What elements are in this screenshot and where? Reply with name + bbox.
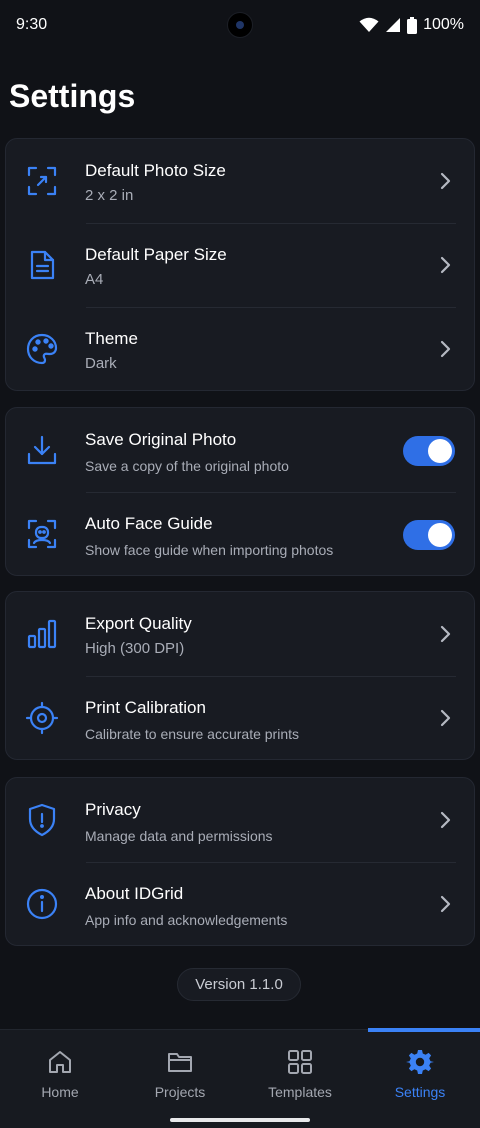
toggle-knob <box>428 439 452 463</box>
chevron-right-icon <box>440 895 451 913</box>
auto-face-guide-toggle[interactable] <box>403 520 455 550</box>
nav-settings[interactable]: Settings <box>360 1030 480 1128</box>
setting-about[interactable]: About IDGrid App info and acknowledgemen… <box>6 862 474 946</box>
setting-title: Default Photo Size <box>85 161 226 180</box>
page-title: Settings <box>9 78 136 114</box>
setting-value: High (300 DPI) <box>85 640 185 657</box>
nav-templates[interactable]: Templates <box>240 1030 360 1128</box>
download-icon <box>24 432 60 468</box>
setting-title: Save Original Photo <box>85 430 237 449</box>
save-original-toggle[interactable] <box>403 436 455 466</box>
setting-description: Manage data and permissions <box>85 828 273 844</box>
setting-title: Export Quality <box>85 614 192 633</box>
settings-group-about: Privacy Manage data and permissions Abou… <box>5 777 475 946</box>
bottom-navigation: Home Projects Templates Settings <box>0 1029 480 1128</box>
document-icon <box>24 247 60 283</box>
home-icon <box>49 1051 71 1073</box>
settings-screen: 9:30 100% Settings Default Photo Size 2 … <box>0 0 480 1128</box>
battery-icon <box>407 16 418 34</box>
nav-projects[interactable]: Projects <box>120 1030 240 1128</box>
grid-icon <box>288 1050 312 1074</box>
setting-auto-face-guide: Auto Face Guide Show face guide when imp… <box>6 492 474 576</box>
nav-label: Templates <box>268 1084 332 1100</box>
crosshair-icon <box>24 700 60 736</box>
nav-label: Home <box>41 1084 79 1100</box>
wifi-icon <box>359 17 379 32</box>
front-camera <box>227 12 253 38</box>
chevron-right-icon <box>440 172 451 190</box>
setting-description: Show face guide when importing photos <box>85 542 334 558</box>
setting-description: Save a copy of the original photo <box>85 458 289 474</box>
shield-icon <box>24 802 60 838</box>
status-time: 9:30 <box>16 16 48 33</box>
status-icons: 100% <box>359 16 464 34</box>
folder-icon <box>168 1053 192 1072</box>
gesture-home-bar[interactable] <box>170 1118 310 1122</box>
settings-group-import: Save Original Photo Save a copy of the o… <box>5 407 475 576</box>
setting-print-calibration[interactable]: Print Calibration Calibrate to ensure ac… <box>6 676 474 760</box>
chevron-right-icon <box>440 625 451 643</box>
signal-icon <box>386 18 401 32</box>
chevron-right-icon <box>440 709 451 727</box>
setting-export-quality[interactable]: Export Quality High (300 DPI) <box>6 592 474 676</box>
chevron-right-icon <box>440 256 451 274</box>
active-tab-indicator <box>368 1028 480 1032</box>
photo-size-icon <box>24 163 60 199</box>
setting-value: 2 x 2 in <box>85 187 134 204</box>
setting-default-paper-size[interactable]: Default Paper Size A4 <box>6 223 474 307</box>
face-scan-icon <box>24 516 60 552</box>
bar-chart-icon <box>24 616 60 652</box>
nav-home[interactable]: Home <box>0 1030 120 1128</box>
setting-privacy[interactable]: Privacy Manage data and permissions <box>6 778 474 862</box>
setting-title: Privacy <box>85 800 141 819</box>
setting-title: Auto Face Guide <box>85 514 213 533</box>
settings-group-export: Export Quality High (300 DPI) Print Cali… <box>5 591 475 760</box>
chevron-right-icon <box>440 811 451 829</box>
setting-default-photo-size[interactable]: Default Photo Size 2 x 2 in <box>6 139 474 223</box>
setting-title: About IDGrid <box>85 884 184 903</box>
toggle-knob <box>428 523 452 547</box>
nav-label: Projects <box>154 1084 206 1100</box>
setting-theme[interactable]: Theme Dark <box>6 307 474 391</box>
battery-percent: 100% <box>423 16 464 33</box>
palette-icon <box>24 331 60 367</box>
setting-title: Default Paper Size <box>85 245 227 264</box>
setting-title: Print Calibration <box>85 698 206 717</box>
setting-value: A4 <box>85 271 104 288</box>
setting-description: Calibrate to ensure accurate prints <box>85 726 299 742</box>
setting-value: Dark <box>85 355 117 372</box>
settings-group-general: Default Photo Size 2 x 2 in Default Pape… <box>5 138 475 391</box>
chevron-right-icon <box>440 340 451 358</box>
info-icon <box>24 886 60 922</box>
version-badge: Version 1.1.0 <box>177 968 301 1001</box>
nav-label: Settings <box>394 1084 446 1100</box>
setting-title: Theme <box>85 329 138 348</box>
setting-description: App info and acknowledgements <box>85 912 288 928</box>
setting-save-original-photo: Save Original Photo Save a copy of the o… <box>6 408 474 492</box>
gear-icon <box>406 1050 434 1074</box>
